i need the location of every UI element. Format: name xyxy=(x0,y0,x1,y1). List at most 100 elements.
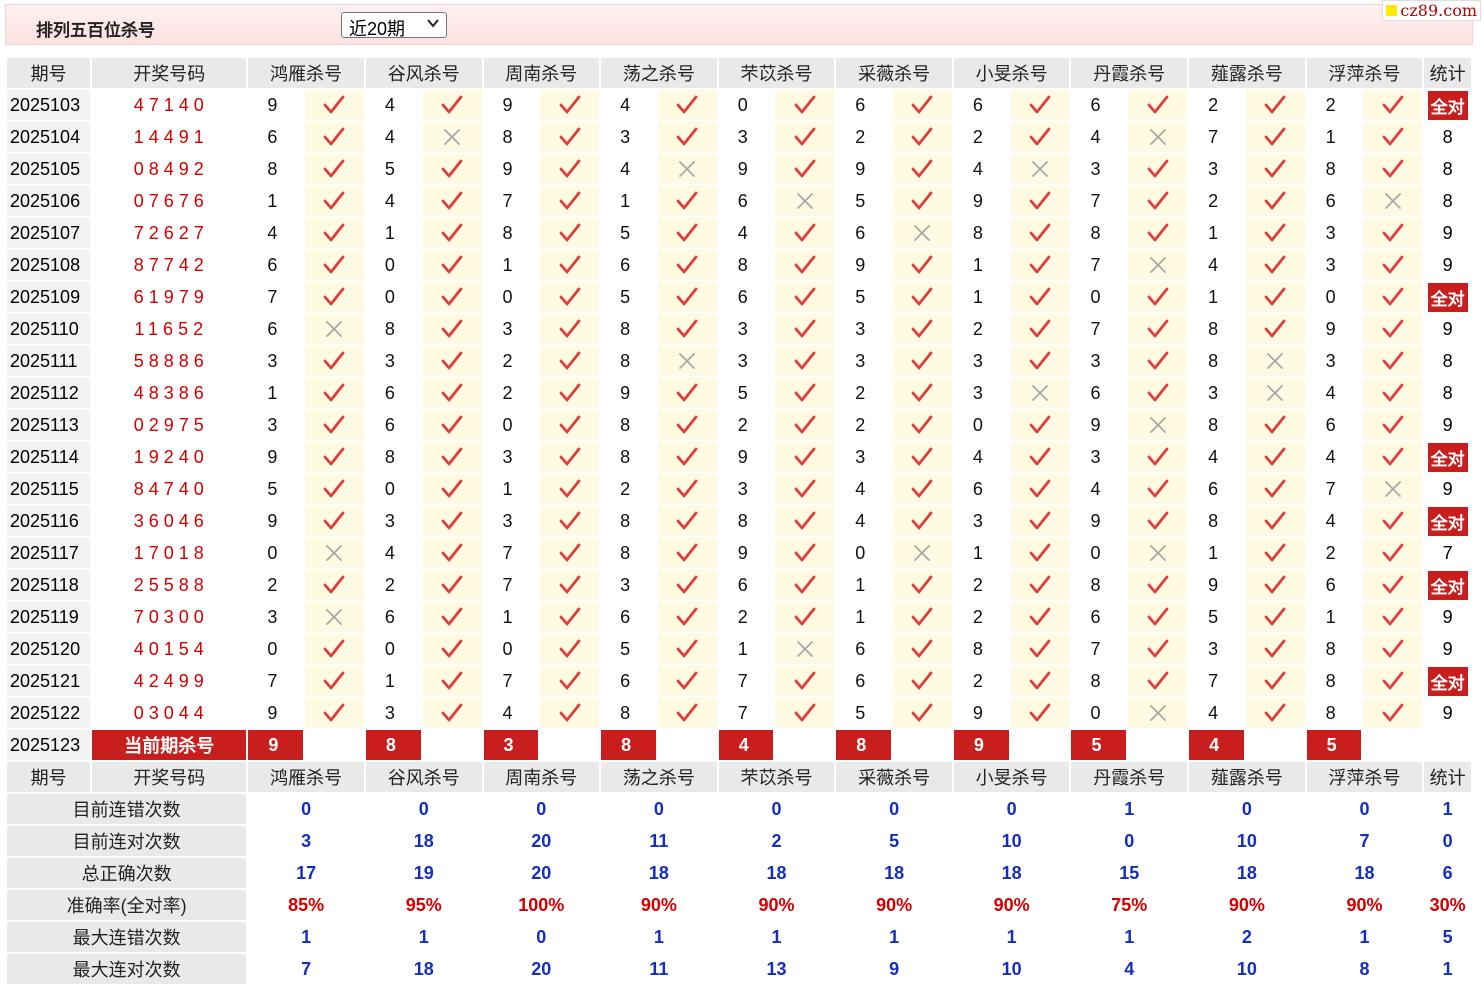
result-mark-cell xyxy=(1245,442,1305,472)
result-mark-cell xyxy=(657,186,717,216)
result-mark-cell xyxy=(1128,506,1188,536)
result-mark-cell xyxy=(1363,186,1423,216)
result-mark-cell xyxy=(1363,218,1423,248)
check-icon xyxy=(1147,319,1169,338)
check-icon xyxy=(324,511,345,530)
check-icon xyxy=(1382,383,1404,402)
check-icon xyxy=(794,511,816,530)
check-icon xyxy=(559,255,581,274)
check-icon xyxy=(1264,703,1286,722)
stats-total-value: 6 xyxy=(1442,862,1453,883)
stats-value: 95% xyxy=(405,894,442,915)
kill-number-cell: 8 xyxy=(384,446,395,467)
stats-value: 0 xyxy=(418,798,429,819)
kill-number-cell: 6 xyxy=(384,414,395,435)
kill-number-cell: 3 xyxy=(502,510,513,531)
kill-number-cell: 1 xyxy=(972,254,983,275)
check-icon xyxy=(324,287,345,306)
result-mark-cell xyxy=(775,666,835,696)
cross-icon xyxy=(326,545,343,561)
check-icon xyxy=(324,575,345,594)
kill-number-cell: 3 xyxy=(1208,158,1219,179)
header-expert: 鸿雁杀号 xyxy=(248,762,364,792)
kill-number-cell: 4 xyxy=(620,158,631,179)
current-empty-cell xyxy=(1363,730,1423,760)
kill-number-cell: 3 xyxy=(384,702,395,723)
kill-number-cell: 0 xyxy=(384,478,395,499)
stats-value: 8 xyxy=(1359,958,1370,979)
result-mark-cell xyxy=(305,698,364,728)
stats-value: 9 xyxy=(889,958,900,979)
kill-number-cell: 8 xyxy=(1325,702,1336,723)
kill-number-cell: 7 xyxy=(737,670,748,691)
kill-number-cell: 4 xyxy=(972,446,983,467)
result-mark-cell xyxy=(893,698,952,728)
result-mark-cell xyxy=(1363,570,1423,600)
check-icon xyxy=(1382,671,1404,690)
result-mark-cell xyxy=(657,538,717,568)
period-cell: 2025112 xyxy=(7,378,91,408)
result-mark-cell xyxy=(775,602,835,632)
cross-icon xyxy=(679,161,696,177)
check-icon xyxy=(1029,95,1051,114)
check-icon xyxy=(1264,415,1286,434)
table-row: 2025108 87742 6 0 1 6 8 9 1 7 4 3 9 xyxy=(7,250,1471,280)
winning-number-cell: 47140 xyxy=(133,94,209,115)
check-icon xyxy=(1029,447,1051,466)
row-stat-cell: 全对 xyxy=(1424,506,1471,536)
brand-logo[interactable]: cz89.com xyxy=(1382,0,1481,21)
stats-value: 11 xyxy=(649,830,669,851)
kill-number-cell: 3 xyxy=(1325,350,1336,371)
current-empty-cell xyxy=(1128,730,1188,760)
stats-value: 1 xyxy=(1359,926,1370,947)
stats-value: 18 xyxy=(884,862,905,883)
stats-total-value: 0 xyxy=(1442,830,1453,851)
check-icon xyxy=(324,127,345,146)
result-mark-cell xyxy=(657,346,717,376)
result-mark-cell xyxy=(1363,122,1423,152)
header-expert: 薤露杀号 xyxy=(1189,58,1305,88)
stats-value: 1 xyxy=(301,926,312,947)
row-stat-cell: 8 xyxy=(1442,350,1453,371)
kill-number-cell: 4 xyxy=(384,542,395,563)
check-icon xyxy=(1382,127,1404,146)
kill-number-cell: 4 xyxy=(1208,254,1219,275)
result-mark-cell xyxy=(893,314,952,344)
result-mark-cell xyxy=(893,346,952,376)
kill-number-cell: 3 xyxy=(737,126,748,147)
kill-number-cell: 7 xyxy=(267,670,278,691)
result-mark-cell xyxy=(540,602,600,632)
check-icon xyxy=(324,639,345,658)
row-stat-cell: 8 xyxy=(1442,158,1453,179)
header-expert: 小旻杀号 xyxy=(953,762,1070,792)
result-mark-cell xyxy=(540,218,600,248)
check-icon xyxy=(912,607,933,626)
check-icon xyxy=(676,703,698,722)
result-mark-cell xyxy=(775,314,835,344)
result-mark-cell xyxy=(1128,90,1188,120)
kill-number-cell: 9 xyxy=(972,702,983,723)
period-range-select[interactable]: 近20期 xyxy=(341,12,447,39)
result-mark-cell xyxy=(775,154,835,184)
result-mark-cell xyxy=(305,602,364,632)
stats-value: 13 xyxy=(766,958,787,979)
kill-number-cell: 8 xyxy=(620,702,631,723)
kill-number-cell: 2 xyxy=(620,478,631,499)
result-mark-cell xyxy=(1010,474,1070,504)
header-expert: 采薇杀号 xyxy=(836,58,952,88)
header-expert: 荡之杀号 xyxy=(601,762,717,792)
kill-number-cell: 1 xyxy=(620,190,631,211)
kill-number-cell: 9 xyxy=(267,702,278,723)
winning-number-cell: 58886 xyxy=(133,350,209,371)
kill-number-cell: 4 xyxy=(1208,446,1219,467)
kill-number-cell: 4 xyxy=(972,158,983,179)
kill-number-cell: 0 xyxy=(502,286,513,307)
header-row-top: 期号 开奖号码 鸿雁杀号 谷风杀号 周南杀号 荡之杀号 芣苡杀号 采薇杀号 小旻杀号 丹霞杀号 薤露… xyxy=(7,58,1471,88)
result-mark-cell xyxy=(1128,666,1188,696)
result-mark-cell xyxy=(422,378,482,408)
result-mark-cell xyxy=(1245,474,1305,504)
stats-label: 最大连对次数 xyxy=(7,954,247,984)
kill-number-cell: 8 xyxy=(1090,574,1101,595)
kill-number-cell: 0 xyxy=(855,542,866,563)
current-empty-cell xyxy=(422,730,482,760)
